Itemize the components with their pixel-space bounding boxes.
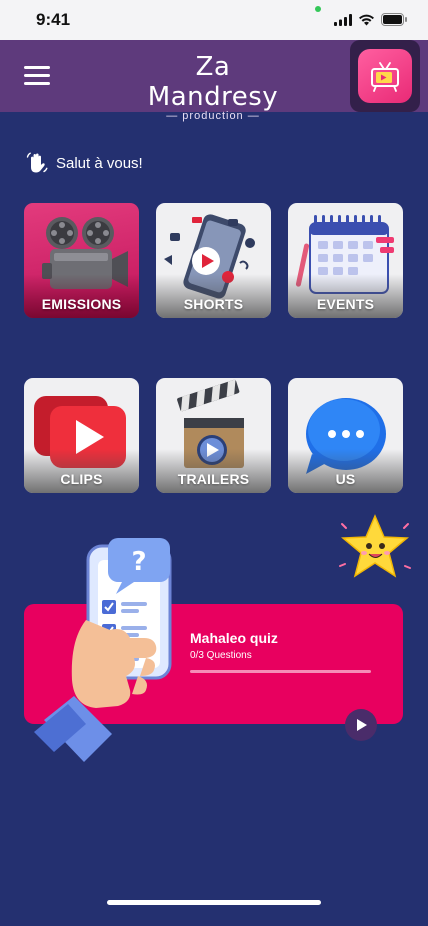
hamburger-menu-icon[interactable]	[24, 66, 50, 86]
greeting: Salut à vous!	[26, 152, 143, 174]
tile-label: US	[335, 471, 356, 487]
quiz-play-button[interactable]	[345, 709, 377, 741]
signal-icon	[334, 13, 352, 26]
battery-icon	[381, 13, 407, 26]
star-mascot-icon	[339, 514, 411, 578]
privacy-indicator-dot	[315, 6, 321, 12]
tv-button[interactable]	[350, 40, 420, 112]
tile-us[interactable]: US	[288, 378, 403, 493]
tile-label: TRAILERS	[177, 471, 250, 487]
waving-hand-icon	[26, 152, 48, 173]
status-bar: 9:41	[0, 0, 428, 40]
hand-phone-checklist-icon: ?	[34, 538, 172, 762]
tile-label: SHORTS	[183, 296, 244, 312]
status-icons	[334, 13, 408, 26]
tile-shorts[interactable]: SHORTS	[156, 203, 271, 318]
home-indicator	[107, 900, 321, 905]
quiz-progress-bar	[190, 670, 371, 673]
tile-trailers[interactable]: TRAILERS	[156, 378, 271, 493]
quiz-title: Mahaleo quiz	[190, 630, 278, 646]
greeting-text: Salut à vous!	[56, 154, 143, 172]
tv-icon	[358, 49, 412, 103]
tile-label: CLIPS	[60, 471, 103, 487]
quiz-progress-text: 0/3 Questions	[190, 650, 252, 661]
brand-logo: Za Mandresy — production —	[128, 52, 298, 122]
tile-label: EMISSIONS	[41, 296, 122, 312]
play-icon	[357, 719, 367, 731]
wifi-icon	[359, 14, 374, 25]
status-time: 9:41	[36, 10, 71, 29]
tile-emissions[interactable]: EMISSIONS	[24, 203, 139, 318]
tile-clips[interactable]: CLIPS	[24, 378, 139, 493]
tile-events[interactable]: EVENTS	[288, 203, 403, 318]
svg-text:?: ?	[131, 547, 146, 577]
logo-text: Za Mandresy	[147, 52, 279, 112]
tile-label: EVENTS	[316, 296, 375, 312]
